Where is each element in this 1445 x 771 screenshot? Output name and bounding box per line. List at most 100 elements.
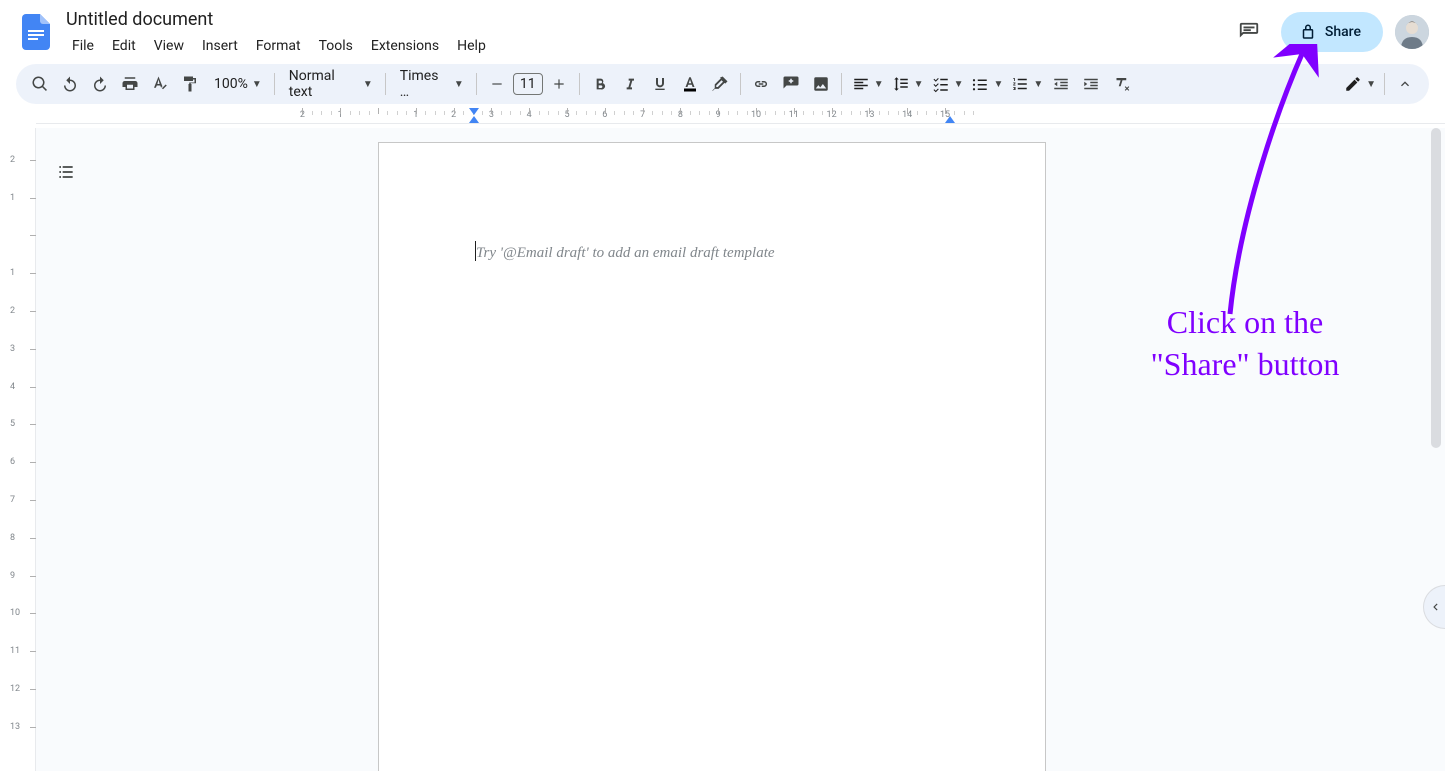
app-header: Untitled document File Edit View Insert … — [0, 0, 1445, 64]
align-left-icon — [852, 75, 870, 93]
numbered-list-icon — [1011, 75, 1029, 93]
menu-edit[interactable]: Edit — [104, 34, 144, 58]
menu-insert[interactable]: Insert — [194, 34, 246, 58]
separator — [385, 73, 386, 95]
caret-down-icon: ▼ — [252, 79, 262, 90]
spellcheck-button[interactable] — [146, 70, 174, 98]
separator — [1384, 73, 1385, 95]
comment-history-button[interactable] — [1229, 12, 1269, 52]
minus-icon — [490, 77, 504, 91]
undo-button[interactable] — [56, 70, 84, 98]
decrease-indent-icon — [1052, 75, 1070, 93]
bulleted-list-icon — [971, 75, 989, 93]
spellcheck-icon — [151, 75, 169, 93]
insert-image-button[interactable] — [807, 70, 835, 98]
insert-link-button[interactable] — [747, 70, 775, 98]
underline-button[interactable] — [646, 70, 674, 98]
placeholder-hint: Try '@Email draft' to add an email draft… — [476, 245, 775, 262]
link-icon — [752, 75, 770, 93]
show-outline-button[interactable] — [50, 156, 82, 188]
document-title[interactable]: Untitled document — [60, 7, 494, 32]
caret-down-icon: ▼ — [993, 79, 1003, 90]
print-icon — [121, 75, 139, 93]
menu-extensions[interactable]: Extensions — [363, 34, 447, 58]
document-page[interactable]: Try '@Email draft' to add an email draft… — [378, 142, 1046, 771]
avatar-image — [1395, 15, 1429, 49]
zoom-value: 100% — [214, 76, 248, 92]
caret-down-icon: ▼ — [1366, 79, 1376, 90]
search-icon — [31, 75, 49, 93]
redo-icon — [91, 75, 109, 93]
add-comment-icon — [782, 75, 800, 93]
add-comment-button[interactable] — [777, 70, 805, 98]
underline-icon — [652, 76, 668, 92]
account-avatar[interactable] — [1395, 15, 1429, 49]
increase-indent-button[interactable] — [1077, 70, 1105, 98]
align-dropdown[interactable]: ▼ — [848, 70, 886, 98]
decrease-indent-button[interactable] — [1047, 70, 1075, 98]
italic-button[interactable] — [616, 70, 644, 98]
lock-icon — [1299, 23, 1317, 41]
plus-icon — [552, 77, 566, 91]
increase-indent-icon — [1082, 75, 1100, 93]
vertical-scrollbar[interactable] — [1429, 128, 1443, 767]
bold-icon — [592, 76, 608, 92]
collapse-toolbar-button[interactable] — [1391, 70, 1419, 98]
font-family-value: Times … — [400, 68, 450, 100]
clear-formatting-icon — [1112, 75, 1130, 93]
docs-icon — [22, 14, 50, 50]
menu-tools[interactable]: Tools — [311, 34, 361, 58]
line-spacing-dropdown[interactable]: ▼ — [888, 70, 926, 98]
comment-icon — [1238, 21, 1260, 43]
caret-down-icon: ▼ — [914, 79, 924, 90]
checklist-icon — [932, 75, 950, 93]
caret-down-icon: ▼ — [874, 79, 884, 90]
image-icon — [812, 75, 830, 93]
editor-body: 2112345678910111213 Try '@Email draft' t… — [0, 128, 1445, 771]
clear-formatting-button[interactable] — [1107, 70, 1135, 98]
menu-view[interactable]: View — [146, 34, 192, 58]
zoom-dropdown[interactable]: 100% ▼ — [206, 70, 268, 98]
separator — [579, 73, 580, 95]
checklist-dropdown[interactable]: ▼ — [928, 70, 966, 98]
menu-bar: File Edit View Insert Format Tools Exten… — [60, 34, 494, 58]
increase-font-size-button[interactable] — [545, 70, 573, 98]
menu-format[interactable]: Format — [248, 34, 309, 58]
docs-logo[interactable] — [16, 12, 56, 52]
decrease-font-size-button[interactable] — [483, 70, 511, 98]
caret-down-icon: ▼ — [954, 79, 964, 90]
print-button[interactable] — [116, 70, 144, 98]
paint-format-button[interactable] — [176, 70, 204, 98]
menu-file[interactable]: File — [64, 34, 102, 58]
text-color-button[interactable] — [676, 70, 704, 98]
horizontal-ruler[interactable]: 21123456789101112131415 — [36, 108, 1445, 124]
highlight-color-button[interactable] — [706, 70, 734, 98]
pencil-icon — [1344, 75, 1362, 93]
line-spacing-icon — [892, 75, 910, 93]
redo-button[interactable] — [86, 70, 114, 98]
separator — [274, 73, 275, 95]
font-size-input[interactable]: 11 — [513, 73, 543, 95]
chevron-up-icon — [1397, 76, 1413, 92]
separator — [476, 73, 477, 95]
paragraph-style-value: Normal text — [289, 68, 359, 100]
vertical-ruler[interactable]: 2112345678910111213 — [0, 128, 36, 771]
search-menus-button[interactable] — [26, 70, 54, 98]
outline-icon — [56, 162, 76, 182]
bulleted-list-dropdown[interactable]: ▼ — [967, 70, 1005, 98]
paragraph-style-dropdown[interactable]: Normal text ▼ — [281, 70, 379, 98]
numbered-list-dropdown[interactable]: ▼ — [1007, 70, 1045, 98]
font-family-dropdown[interactable]: Times … ▼ — [392, 70, 470, 98]
editing-mode-dropdown[interactable]: ▼ — [1340, 70, 1378, 98]
scrollbar-thumb[interactable] — [1431, 128, 1441, 448]
separator — [740, 73, 741, 95]
caret-down-icon: ▼ — [363, 79, 373, 90]
share-button-label: Share — [1325, 24, 1361, 40]
bold-button[interactable] — [586, 70, 614, 98]
share-button[interactable]: Share — [1281, 12, 1383, 52]
menu-help[interactable]: Help — [449, 34, 494, 58]
italic-icon — [622, 76, 638, 92]
document-canvas[interactable]: Try '@Email draft' to add an email draft… — [36, 128, 1445, 771]
separator — [841, 73, 842, 95]
highlighter-icon — [711, 75, 729, 93]
